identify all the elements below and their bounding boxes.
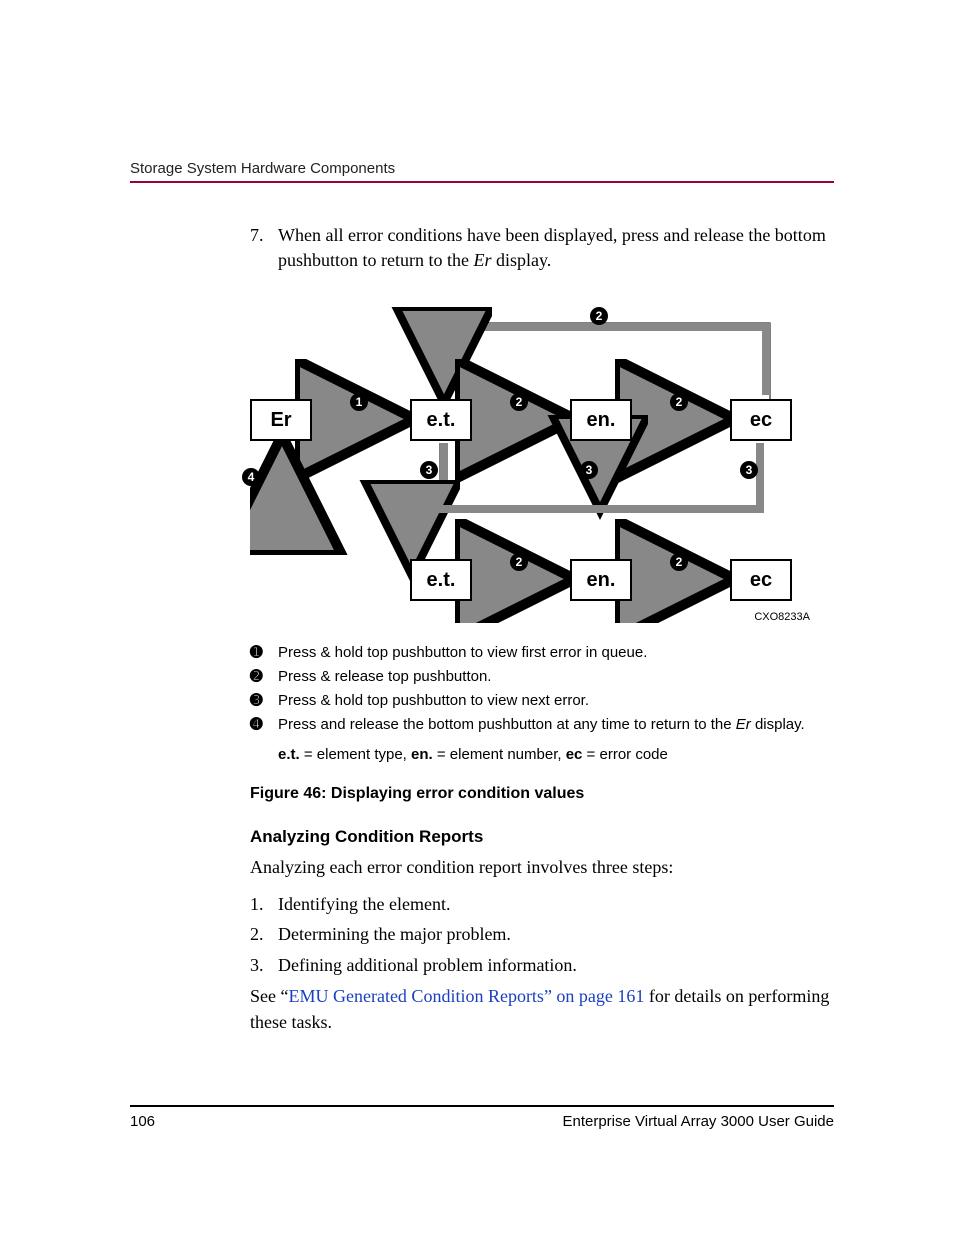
def-et-k: e.t. [278,746,300,763]
box-ec-2: ec [730,559,792,601]
ol-t-3: Defining additional problem information. [278,950,577,981]
analyzing-heading: Analyzing Condition Reports [250,827,834,847]
ol-t-2: Determining the major problem. [278,919,511,950]
step-text-a: When all error conditions have been disp… [278,225,826,270]
figure-caption: Figure 46: Displaying error condition va… [250,785,834,803]
ol-t-1: Identifying the element. [278,889,450,920]
ol-n-3: 3. [250,950,278,981]
legend-text-4a: Press and release the bottom pushbutton … [278,716,736,733]
box-et-1: e.t. [410,399,472,441]
step-7: 7. When all error conditions have been d… [250,223,834,273]
def-ec-k: ec [566,746,583,763]
ol-n-2: 2. [250,919,278,950]
box-en-2: en. [570,559,632,601]
step-text-er: Er [473,250,491,270]
section-title: Storage System Hardware Components [130,160,395,177]
analyzing-list: 1.Identifying the element. 2.Determining… [250,889,834,981]
see-link[interactable]: EMU Generated Condition Reports” on page… [288,986,644,1006]
page-footer: 106 Enterprise Virtual Array 3000 User G… [130,1105,834,1130]
legend-mark-2: ➋ [250,665,278,689]
error-flow-diagram: Er e.t. en. ec e.t. en. ec 1 2 2 2 2 2 3… [250,303,810,623]
box-er: Er [250,399,312,441]
step-number: 7. [250,223,278,273]
ol-n-1: 1. [250,889,278,920]
diagram-legend: ➊Press & hold top pushbutton to view fir… [250,641,834,767]
def-ec-v: = error code [582,746,667,763]
legend-text-4c: display. [751,716,805,733]
page-number: 106 [130,1113,155,1130]
box-en-1: en. [570,399,632,441]
legend-text-2: Press & release top pushbutton. [278,665,491,689]
legend-mark-1: ➊ [250,641,278,665]
box-ec-1: ec [730,399,792,441]
def-en-v: = element number, [433,746,566,763]
legend-text-1: Press & hold top pushbutton to view firs… [278,641,647,665]
legend-text-3: Press & hold top pushbutton to view next… [278,689,589,713]
legend-text-4b: Er [736,716,751,733]
legend-mark-3: ➌ [250,689,278,713]
box-et-2: e.t. [410,559,472,601]
page-header: Storage System Hardware Components [130,160,834,183]
legend-mark-4: ➍ [250,713,278,737]
step-text-c: display. [491,250,551,270]
see-a: See “ [250,986,288,1006]
def-et-v: = element type, [300,746,411,763]
diagram-id: CXO8233A [754,611,810,623]
def-en-k: en. [411,746,433,763]
doc-title: Enterprise Virtual Array 3000 User Guide [562,1113,834,1130]
analyzing-intro: Analyzing each error condition report in… [250,855,834,880]
